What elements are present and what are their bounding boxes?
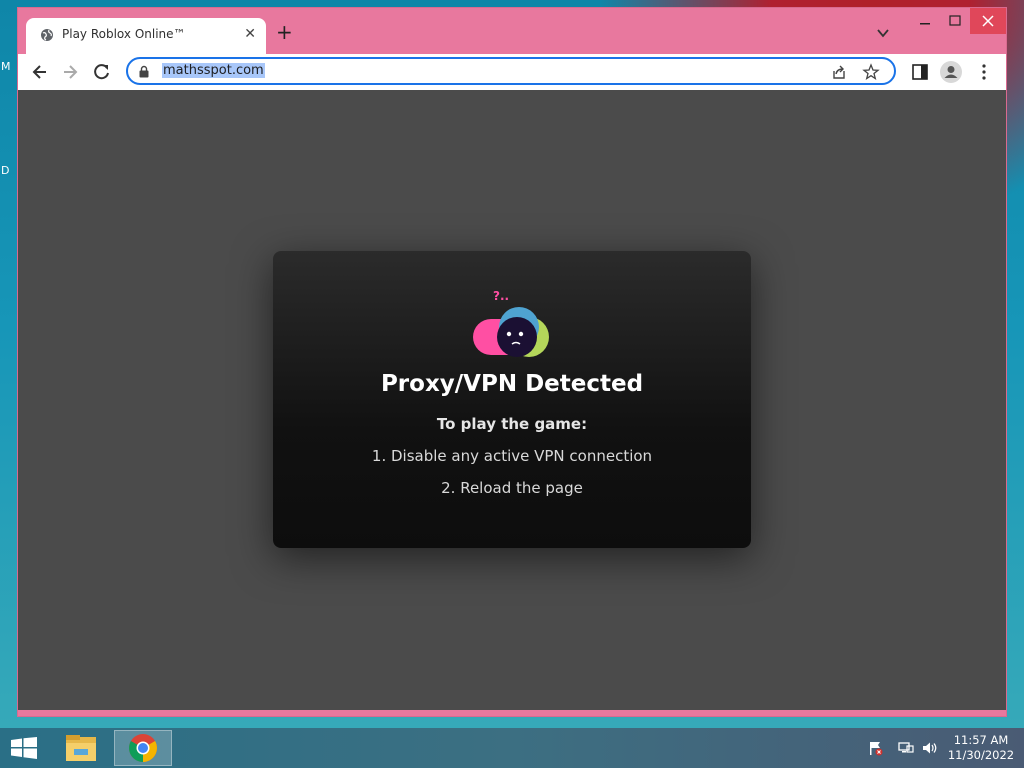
card-subtitle: To play the game: [436,415,588,433]
reload-icon[interactable] [92,62,112,82]
page-content: ?.. Proxy/VPN Detected To play the game:… [18,90,1006,710]
minimize-icon[interactable] [910,8,940,34]
network-icon[interactable] [898,740,914,756]
profile-icon[interactable] [940,61,962,83]
chrome-taskbar-button[interactable] [114,730,172,766]
browser-toolbar: mathsspot.com [18,54,1006,90]
card-step-1: 1. Disable any active VPN connection [371,447,653,465]
bookmark-star-icon[interactable] [862,63,880,81]
question-mark-text: ?.. [493,289,509,303]
browser-window: Play Roblox Online™ ✕ + mathsspot.com ?.… [18,8,1006,716]
desktop-icon-label[interactable]: D [1,164,9,177]
back-icon[interactable] [30,62,50,82]
system-clock[interactable]: 11:57 AM 11/30/2022 [944,733,1018,763]
side-panel-icon[interactable] [910,62,930,82]
vpn-detected-card: ?.. Proxy/VPN Detected To play the game:… [273,251,751,548]
browser-tab[interactable]: Play Roblox Online™ ✕ [26,18,266,54]
forward-icon[interactable] [60,62,80,82]
chevron-down-icon[interactable] [876,26,890,40]
file-explorer-icon[interactable] [60,731,102,765]
new-tab-button[interactable]: + [276,22,293,42]
card-step-2: 2. Reload the page [441,479,583,497]
desktop-icon-label[interactable]: M [1,60,11,73]
clock-date: 11/30/2022 [947,748,1015,762]
globe-icon [41,29,53,41]
chrome-icon [129,734,157,762]
share-icon[interactable] [830,63,848,81]
card-title: Proxy/VPN Detected [380,371,644,397]
clock-time: 11:57 AM [953,733,1009,747]
title-bar[interactable]: Play Roblox Online™ ✕ + [18,8,1006,54]
close-icon[interactable] [970,8,1006,34]
lock-icon[interactable] [138,65,150,78]
address-bar[interactable]: mathsspot.com [126,57,896,85]
tab-title: Play Roblox Online™ [62,27,186,41]
menu-icon[interactable] [974,62,994,82]
taskbar: 11:57 AM 11/30/2022 [0,728,1024,768]
url-text[interactable]: mathsspot.com [162,63,265,78]
tab-close-icon[interactable]: ✕ [244,26,256,42]
action-center-flag-icon[interactable] [868,740,884,756]
confused-mascot-icon: ?.. [473,289,549,357]
windows-start-icon[interactable] [10,737,38,759]
maximize-icon[interactable] [940,8,970,34]
volume-icon[interactable] [922,740,938,756]
